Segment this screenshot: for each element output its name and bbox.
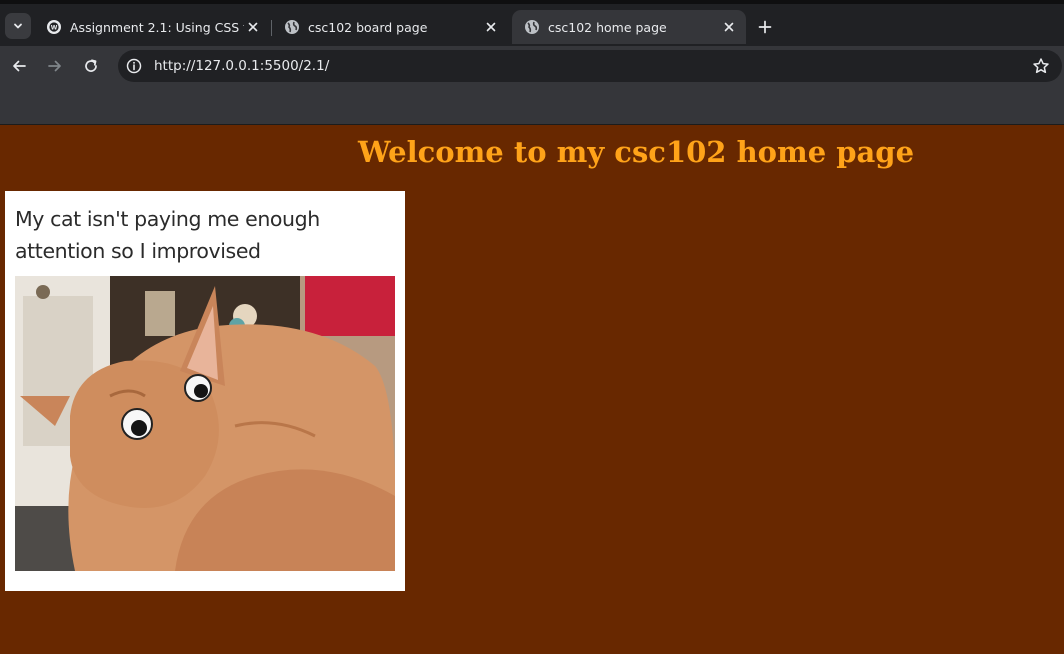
bookmarks-bar xyxy=(0,86,1064,125)
tab-home-page[interactable]: csc102 home page xyxy=(512,10,746,44)
page-title: Welcome to my csc102 home page xyxy=(357,135,915,169)
cat-meme-image: My cat isn't paying me enough attention … xyxy=(5,191,405,591)
tab-close-button[interactable] xyxy=(720,18,738,36)
cat-photo xyxy=(15,276,395,571)
tab-title: csc102 home page xyxy=(548,19,667,35)
arrow-right-icon xyxy=(48,60,61,72)
tab-close-button[interactable] xyxy=(482,18,500,36)
tab-close-button[interactable] xyxy=(244,18,262,36)
globe-icon xyxy=(525,20,539,34)
forward-button[interactable] xyxy=(43,54,67,78)
tab-title: Assignment 2.1: Using CSS to m xyxy=(70,19,244,35)
tab-strip: W Assignment 2.1: Using CSS to m csc102 … xyxy=(0,4,1064,46)
tab-board-page[interactable]: csc102 board page xyxy=(272,10,508,44)
star-icon[interactable] xyxy=(1032,57,1050,75)
url-text[interactable]: http://127.0.0.1:5500/2.1/ xyxy=(154,50,329,82)
reload-button[interactable] xyxy=(79,54,103,78)
tab-assignment[interactable]: W Assignment 2.1: Using CSS to m xyxy=(34,10,270,44)
new-tab-button[interactable] xyxy=(752,14,778,40)
address-bar[interactable]: http://127.0.0.1:5500/2.1/ xyxy=(118,50,1062,82)
page-content: Welcome to my csc102 home page My cat is… xyxy=(0,125,1064,654)
browser-toolbar: http://127.0.0.1:5500/2.1/ xyxy=(0,46,1064,86)
close-icon xyxy=(724,22,734,32)
browser-chrome: W Assignment 2.1: Using CSS to m csc102 … xyxy=(0,0,1064,125)
reload-icon xyxy=(85,59,97,72)
chevron-down-icon xyxy=(14,23,22,29)
globe-icon xyxy=(285,20,299,34)
back-button[interactable] xyxy=(7,54,31,78)
close-icon xyxy=(248,22,258,32)
canvas-logo-icon: W xyxy=(47,20,61,34)
tab-search-button[interactable] xyxy=(5,13,31,39)
tab-title: csc102 board page xyxy=(308,19,428,35)
svg-text:W: W xyxy=(51,25,58,32)
info-icon[interactable] xyxy=(126,58,142,74)
meme-caption: My cat isn't paying me enough attention … xyxy=(15,207,320,263)
plus-icon xyxy=(758,20,772,34)
arrow-left-icon xyxy=(13,60,26,72)
close-icon xyxy=(486,22,496,32)
